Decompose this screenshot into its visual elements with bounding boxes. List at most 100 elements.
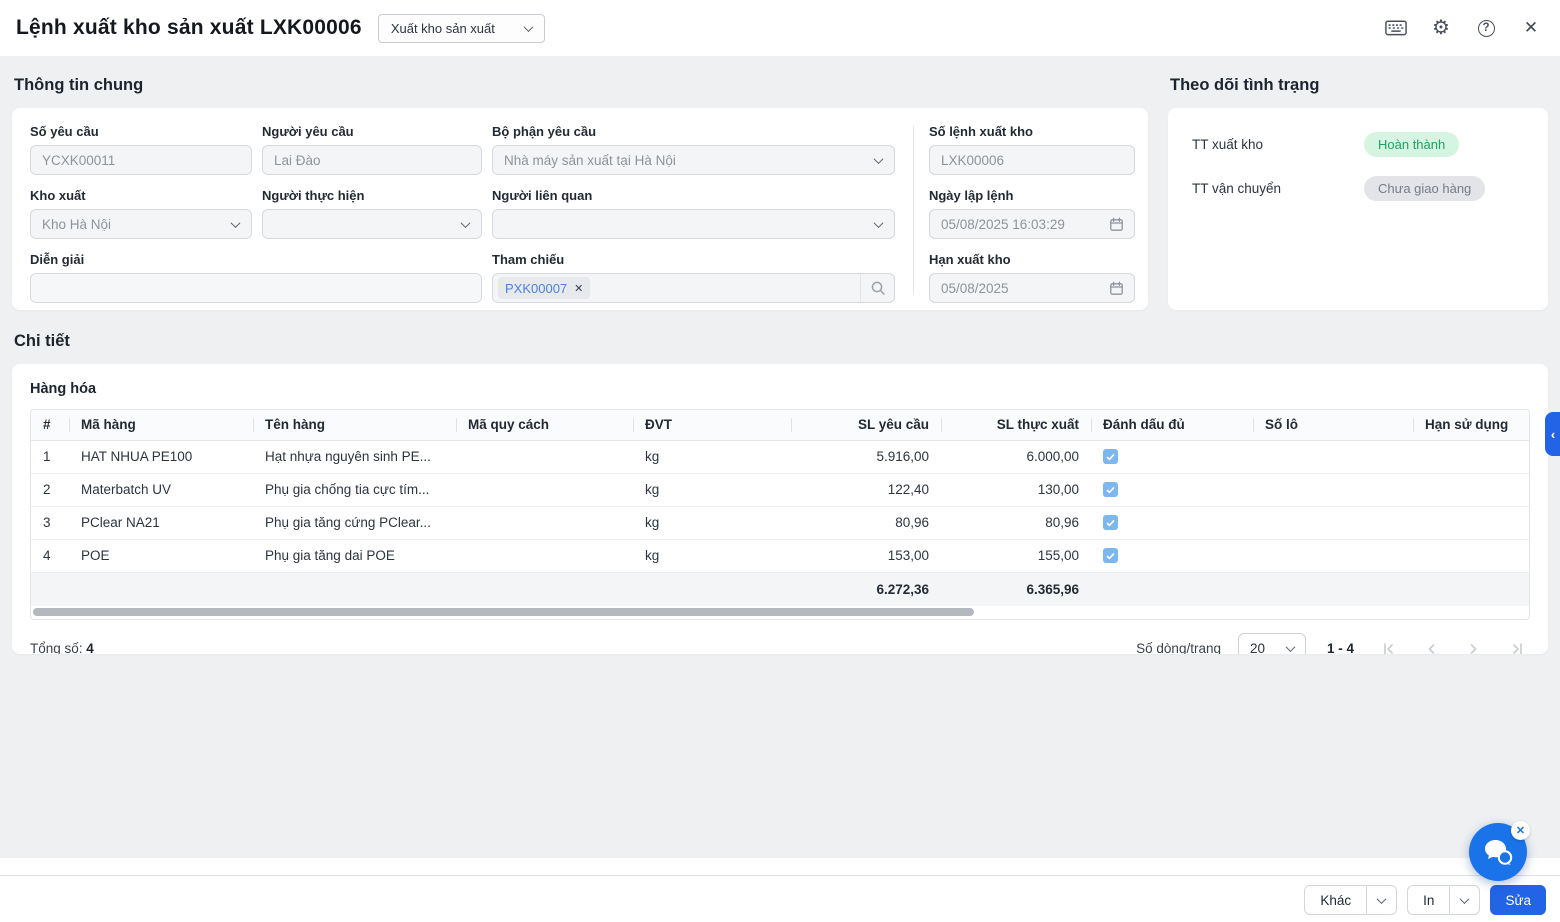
detail-heading: Chi tiết: [14, 332, 70, 350]
col-marked-full[interactable]: Đánh dấu đủ: [1091, 410, 1253, 441]
requester-value: Lai Đào: [274, 152, 321, 168]
cell-lot-number: [1253, 473, 1413, 507]
col-spec-code[interactable]: Mã quy cách: [456, 410, 633, 441]
cell-spec-code: [456, 539, 633, 573]
table-row[interactable]: 1 HAT NHUA PE100 Hạt nhựa nguyên sinh PE…: [31, 440, 1529, 474]
export-warehouse-select[interactable]: Kho Hà Nội: [30, 209, 252, 239]
requester-input[interactable]: Lai Đào: [262, 145, 482, 175]
col-expiry[interactable]: Hạn sử dụng: [1413, 410, 1529, 441]
next-page-icon[interactable]: [1461, 636, 1487, 655]
settings-gear-icon[interactable]: ⚙: [1430, 17, 1452, 39]
table-row[interactable]: 2 Materbatch UV Phụ gia chống tia cực tí…: [31, 473, 1529, 507]
reference-input[interactable]: PXK00007 ✕: [492, 273, 895, 303]
document-type-value: Xuất kho sản xuất: [390, 20, 495, 36]
search-icon[interactable]: [860, 274, 894, 302]
per-page-select[interactable]: 20: [1237, 632, 1306, 654]
export-status-badge: Hoàn thành: [1364, 132, 1460, 157]
chevron-down-icon: [1285, 642, 1296, 653]
cell-unit: kg: [633, 473, 791, 507]
cell-item-name: Phụ gia chống tia cực tím...: [253, 473, 456, 507]
col-qty-requested[interactable]: SL yêu cầu: [791, 410, 941, 441]
cell-expiry: [1413, 506, 1529, 540]
executor-select[interactable]: [262, 209, 482, 239]
footer-bar: Khác In Sửa: [0, 858, 1560, 922]
previous-page-icon[interactable]: [1418, 636, 1444, 655]
close-icon[interactable]: ✕: [1520, 17, 1542, 39]
reference-label: Tham chiếu: [492, 252, 565, 267]
chat-support-button[interactable]: ✕: [1469, 821, 1530, 881]
executor-label: Người thực hiện: [262, 188, 365, 203]
cell-expiry: [1413, 539, 1529, 573]
marked-full-checkbox[interactable]: [1103, 515, 1118, 530]
last-page-icon[interactable]: [1504, 636, 1530, 654]
marked-full-checkbox[interactable]: [1103, 548, 1118, 563]
more-actions-split-button: Khác: [1304, 885, 1398, 915]
cell-expiry: [1413, 440, 1529, 474]
print-button[interactable]: In: [1408, 886, 1449, 914]
marked-full-checkbox[interactable]: [1103, 449, 1118, 464]
general-info-heading: Thông tin chung: [14, 76, 144, 94]
export-order-number-input[interactable]: LXK00006: [928, 145, 1135, 175]
status-tracking-card: TT xuất kho Hoàn thành TT vận chuyển Chư…: [1168, 108, 1548, 310]
cell-item-code: Materbatch UV: [69, 473, 253, 507]
detail-card: Hàng hóa # Mã hàng Tên hàng Mã quy cách …: [12, 364, 1548, 654]
reference-tag[interactable]: PXK00007 ✕: [498, 277, 591, 299]
help-icon[interactable]: ?: [1475, 17, 1497, 39]
request-number-input[interactable]: YCXK00011: [30, 145, 252, 175]
remove-tag-icon[interactable]: ✕: [574, 282, 583, 295]
col-qty-exported[interactable]: SL thực xuất: [941, 410, 1091, 441]
export-order-number-value: LXK00006: [940, 152, 1005, 168]
document-type-select[interactable]: Xuất kho sản xuất: [377, 13, 545, 43]
goods-table: # Mã hàng Tên hàng Mã quy cách ĐVT SL yê…: [30, 409, 1530, 620]
col-unit[interactable]: ĐVT: [633, 410, 791, 441]
horizontal-scrollbar[interactable]: [33, 607, 1527, 616]
requesting-department-select[interactable]: Nhà máy sản xuất tại Hà Nội: [492, 145, 895, 175]
cell-lot-number: [1253, 440, 1413, 474]
col-item-code[interactable]: Mã hàng: [69, 410, 253, 441]
request-number-label: Số yêu cầu: [30, 124, 99, 139]
marked-full-checkbox[interactable]: [1103, 482, 1118, 497]
total-count-value: 4: [86, 641, 94, 654]
table-row[interactable]: 4 POE Phụ gia tăng dai POE kg 153,00 155…: [31, 539, 1529, 573]
cell-qty-exported: 155,00: [941, 539, 1091, 573]
requesting-department-value: Nhà máy sản xuất tại Hà Nội: [504, 152, 676, 168]
cell-index: 3: [31, 506, 69, 540]
scrollbar-thumb[interactable]: [33, 607, 975, 616]
more-actions-dropdown[interactable]: [1366, 886, 1396, 914]
calendar-icon: [1110, 217, 1123, 231]
description-input[interactable]: [30, 273, 482, 303]
related-person-select[interactable]: [492, 209, 895, 239]
chat-bubbles-icon: [1485, 840, 1513, 865]
col-lot-number[interactable]: Số lô: [1253, 410, 1413, 441]
edit-button[interactable]: Sửa: [1490, 885, 1546, 915]
main-content: Thông tin chung Số yêu cầu YCXK00011 Ngư…: [0, 56, 1560, 858]
more-actions-button[interactable]: Khác: [1305, 886, 1366, 914]
table-row[interactable]: 3 PClear NA21 Phụ gia tăng cứng PClear..…: [31, 506, 1529, 540]
col-item-name[interactable]: Tên hàng: [253, 410, 456, 441]
expand-side-panel-button[interactable]: ‹: [1545, 412, 1560, 456]
cell-item-name: Phụ gia tăng dai POE: [253, 539, 456, 573]
pagination-bar: Tổng số: 4 Số dòng/trang 20 1 - 4: [30, 632, 1530, 655]
chevron-down-icon: [873, 217, 884, 228]
cell-index: 2: [31, 473, 69, 507]
cell-unit: kg: [633, 539, 791, 573]
per-page-label: Số dòng/trang: [1136, 641, 1221, 654]
keyboard-shortcuts-icon[interactable]: [1385, 17, 1407, 39]
export-deadline-input[interactable]: 05/08/2025: [928, 273, 1135, 303]
shipping-status-label: TT vận chuyển: [1192, 181, 1282, 196]
first-page-icon[interactable]: [1375, 636, 1401, 654]
cell-item-name: Phụ gia tăng cứng PClear...: [253, 506, 456, 540]
table-header-row: # Mã hàng Tên hàng Mã quy cách ĐVT SL yê…: [31, 410, 1529, 441]
order-date-label: Ngày lập lệnh: [928, 188, 1014, 203]
cell-expiry: [1413, 473, 1529, 507]
export-deadline-label: Hạn xuất kho: [928, 252, 1011, 267]
page-title: Lệnh xuất kho sản xuất LXK00006: [16, 16, 362, 39]
cell-qty-requested: 5.916,00: [791, 440, 941, 474]
chevron-down-icon: [460, 217, 471, 228]
order-date-value: 05/08/2025 16:03:29: [940, 216, 1065, 232]
print-dropdown[interactable]: [1449, 886, 1479, 914]
order-date-input[interactable]: 05/08/2025 16:03:29: [928, 209, 1135, 239]
related-person-label: Người liên quan: [492, 188, 593, 203]
close-chat-icon[interactable]: ✕: [1511, 821, 1530, 840]
total-count-label: Tổng số:: [30, 641, 83, 654]
